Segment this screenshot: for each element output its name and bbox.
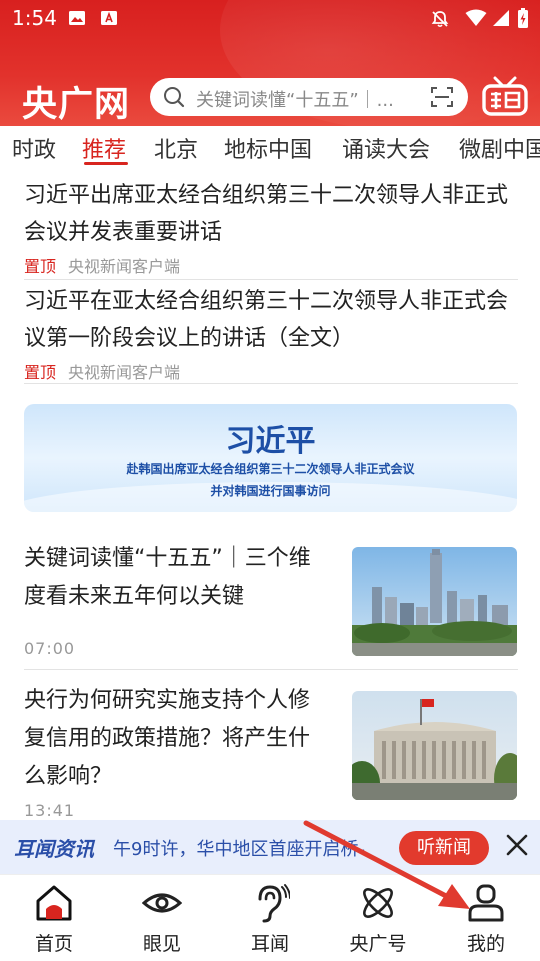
user-icon: [468, 884, 504, 922]
news-item-pinned-2[interactable]: 习近平在亚太经合组织第三十二次领导人非正式会议第一阶段会议上的讲话（全文） 置顶…: [24, 283, 518, 383]
home-icon: [36, 885, 72, 921]
nav-label: 眼见: [142, 933, 181, 955]
news-title: 习近平在亚太经合组织第三十二次领导人非正式会议第一阶段会议上的讲话（全文）: [24, 289, 509, 351]
news-time: 07:00: [24, 639, 76, 658]
banner-headline: 习近平: [225, 424, 316, 459]
search-placeholder: 关键词读懂“十五五”｜...: [196, 90, 394, 111]
eye-icon: [142, 893, 182, 913]
wifi-icon: [465, 9, 487, 26]
news-source: 央视新闻客户端: [68, 257, 181, 276]
cctv-tv-icon[interactable]: [482, 76, 528, 116]
ear-icon: [258, 884, 290, 923]
gallery-notification-icon: [69, 11, 85, 25]
banner-subtitle-1: 赴韩国出席亚太经合组织第三十二次领导人非正式会议: [126, 462, 415, 476]
tab-recommend[interactable]: 推荐: [82, 132, 126, 164]
search-icon: [164, 87, 185, 108]
signal-icon: [493, 10, 509, 26]
app-logo[interactable]: 央广网: [22, 76, 130, 126]
listen-news-button[interactable]: 听新闻: [399, 831, 489, 865]
app-notification-icon: [101, 11, 117, 25]
active-tab-indicator: [84, 162, 128, 165]
banner-subtitle-2: 并对韩国进行国事访问: [210, 484, 331, 498]
nav-see[interactable]: 眼见: [108, 875, 216, 961]
audio-news-ticker[interactable]: 午9时许，华中地区首座开启桥-: [113, 835, 393, 861]
feature-banner[interactable]: 习近平 赴韩国出席亚太经合组织第三十二次领导人非正式会议 并对韩国进行国事访问: [24, 404, 517, 512]
tab-micro-drama[interactable]: 微剧中国: [459, 132, 540, 164]
news-title: 习近平出席亚太经合组织第三十二次领导人非正式会议并发表重要讲话: [24, 183, 509, 245]
pin-badge: 置顶: [24, 257, 57, 276]
app-header: 1:54 央广网 关键词读懂“十五五”｜...: [0, 0, 540, 126]
city-skyline-image: [352, 547, 517, 656]
close-icon[interactable]: [504, 832, 530, 858]
news-time: 13:41: [24, 801, 76, 820]
news-meta: 置顶 央视新闻客户端: [24, 359, 518, 383]
audio-news-brand: 耳闻资讯: [14, 837, 94, 861]
news-source: 央视新闻客户端: [68, 363, 181, 382]
tab-shizheng[interactable]: 时政: [12, 132, 56, 164]
news-title: 央行为何研究实施支持个人修复信用的政策措施？将产生什么影响？: [24, 688, 311, 789]
divider: [24, 383, 518, 384]
nav-label: 耳闻: [250, 933, 289, 955]
nav-hear[interactable]: 耳闻: [216, 875, 324, 961]
tab-beijing[interactable]: 北京: [154, 132, 198, 164]
tab-landmark-china[interactable]: 地标中国: [224, 132, 312, 164]
nav-cnr-account[interactable]: 央广号: [324, 875, 432, 961]
status-bar: 1:54: [0, 0, 540, 36]
nav-label: 首页: [34, 933, 73, 955]
pin-badge: 置顶: [24, 363, 57, 382]
nav-mine[interactable]: 我的: [432, 875, 540, 961]
channel-tabs: 时政 推荐 北京 地标中国 诵读大会 微剧中国: [0, 126, 540, 172]
tab-recitation[interactable]: 诵读大会: [342, 132, 430, 164]
scan-icon[interactable]: [430, 86, 454, 108]
nav-home[interactable]: 首页: [0, 875, 108, 961]
bottom-navigation: 首页 眼见 耳闻 央广号 我的: [0, 874, 540, 961]
battery-charging-icon: [518, 8, 528, 28]
news-title: 关键词读懂“十五五”｜三个维度看未来五年何以关键: [24, 546, 311, 609]
search-bar[interactable]: 关键词读懂“十五五”｜...: [150, 78, 468, 116]
nav-label: 我的: [466, 933, 505, 955]
status-time: 1:54: [12, 6, 57, 30]
news-item-story-2[interactable]: 央行为何研究实施支持个人修复信用的政策措施？将产生什么影响？ 13:41: [24, 682, 518, 820]
news-item-story-1[interactable]: 关键词读懂“十五五”｜三个维度看未来五年何以关键 07:00: [24, 540, 518, 665]
mute-icon: [431, 11, 449, 28]
central-bank-building-image: [352, 691, 517, 800]
divider: [24, 279, 518, 280]
atom-icon: [363, 888, 393, 918]
news-meta: 置顶 央视新闻客户端: [24, 253, 518, 277]
audio-news-bar[interactable]: 耳闻资讯 午9时许，华中地区首座开启桥- 听新闻: [0, 820, 540, 874]
nav-label: 央广号: [349, 933, 407, 955]
news-item-pinned-1[interactable]: 习近平出席亚太经合组织第三十二次领导人非正式会议并发表重要讲话 置顶 央视新闻客户…: [24, 177, 518, 277]
divider: [24, 669, 518, 670]
